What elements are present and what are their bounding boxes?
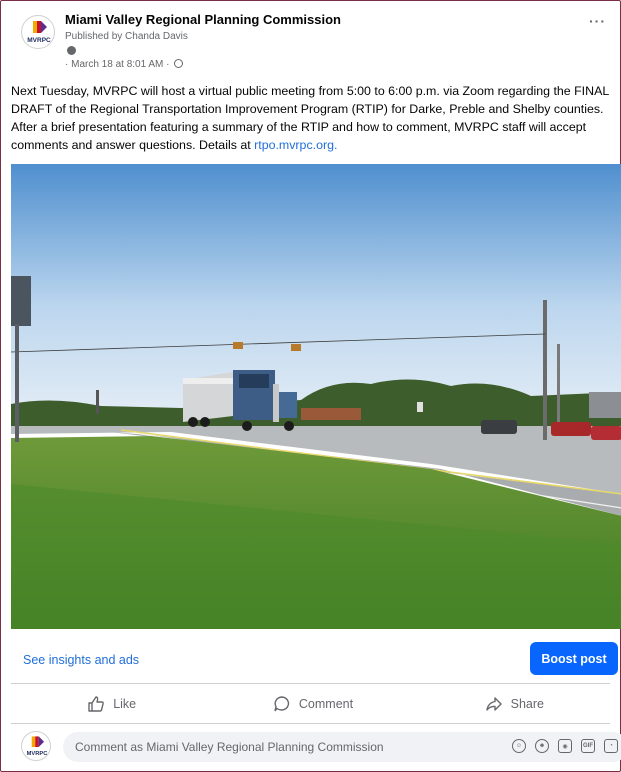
boost-post-button[interactable]: Boost post [530, 642, 618, 675]
commenter-avatar[interactable]: MVRPC [21, 731, 51, 761]
post-body: Next Tuesday, MVRPC will host a virtual … [11, 82, 615, 154]
timestamp-text: · March 18 at 8:01 AM · [65, 59, 170, 70]
comment-composer: MVRPC Comment as Miami Valley Regional P… [11, 727, 621, 765]
page-avatar[interactable]: MVRPC [21, 15, 55, 49]
divider [11, 723, 610, 724]
page-name[interactable]: Miami Valley Regional Planning Commissio… [65, 12, 341, 27]
comment-button[interactable]: Comment [212, 689, 413, 719]
comment-bubble-icon [274, 696, 290, 712]
like-button[interactable]: Like [11, 689, 212, 719]
share-arrow-icon [485, 697, 502, 711]
avatar-sticker-icon[interactable]: ☺ [512, 739, 526, 753]
post-timestamp[interactable]: · March 18 at 8:01 AM · [65, 59, 184, 70]
share-label: Share [510, 697, 544, 711]
comment-tools: ☺ ☻ ◉ GIF ◔ [512, 739, 618, 753]
post-photo[interactable] [11, 164, 621, 629]
gif-icon[interactable]: GIF [581, 739, 595, 753]
published-by: Published by Chanda Davis [65, 31, 188, 42]
see-insights-link[interactable]: See insights and ads [23, 653, 139, 667]
mvrpc-logo-icon: MVRPC [27, 736, 48, 757]
emoji-icon[interactable]: ☻ [535, 739, 549, 753]
comment-placeholder: Comment as Miami Valley Regional Plannin… [75, 740, 384, 754]
publisher-info-icon[interactable] [67, 46, 76, 55]
comment-label: Comment [298, 697, 354, 711]
logo-text: MVRPC [27, 751, 48, 757]
share-button[interactable]: Share [414, 689, 615, 719]
truck-highway-photo-icon [11, 164, 621, 629]
details-link[interactable]: rtpo.mvrpc.org. [254, 138, 337, 152]
logo-text: MVRPC [27, 37, 51, 44]
post-actions: Like Comment Share [11, 689, 615, 719]
thumbs-up-icon [88, 696, 105, 712]
divider [11, 683, 610, 684]
camera-icon[interactable]: ◉ [558, 739, 572, 753]
like-label: Like [113, 697, 137, 711]
mvrpc-logo-icon: MVRPC [27, 21, 51, 44]
public-globe-icon [174, 59, 184, 68]
comment-input[interactable]: Comment as Miami Valley Regional Plannin… [63, 732, 621, 762]
more-options-button[interactable]: ··· [589, 13, 606, 29]
sticker-icon[interactable]: ◔ [604, 739, 618, 753]
post-card: MVRPC Miami Valley Regional Planning Com… [0, 0, 621, 772]
